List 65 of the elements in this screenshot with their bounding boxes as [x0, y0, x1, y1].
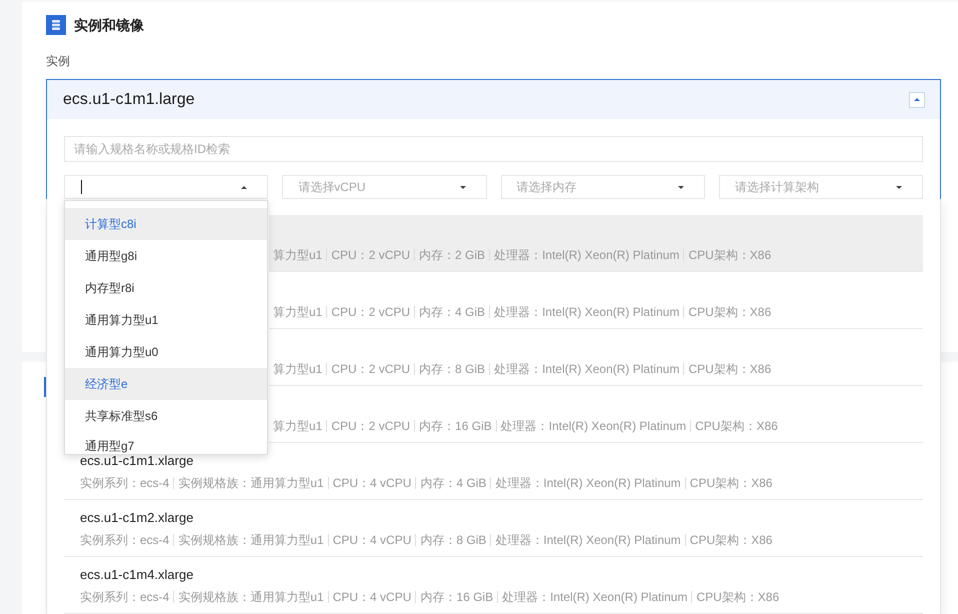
text-cursor-icon — [81, 180, 82, 194]
dropdown-option[interactable]: 通用算力型u0 — [65, 336, 268, 368]
spec-detail: 内存：16 GiB — [419, 418, 492, 434]
selector-header[interactable]: ecs.u1-c1m1.large — [47, 80, 940, 119]
spec-detail: CPU：4 vCPU — [332, 589, 412, 605]
spec-detail: 实例规格族：通用算力型u1 — [178, 475, 324, 491]
spec-detail: CPU：2 vCPU — [331, 304, 410, 320]
spec-detail: CPU架构：X86 — [690, 532, 772, 548]
spec-detail: 处理器：Intel(R) Xeon(R) Platinum — [500, 418, 686, 434]
field-label: 实例 — [46, 53, 70, 69]
spec-detail: CPU架构：X86 — [695, 418, 778, 434]
section-title: 实例和镜像 — [74, 16, 144, 34]
spec-detail: 内存：8 GiB — [420, 532, 486, 548]
spec-detail: 实例系列：ecs-4 — [80, 589, 170, 605]
spec-detail: 处理器：Intel(R) Xeon(R) Platinum — [495, 475, 681, 491]
spec-detail: 实例系列：ecs-4 — [80, 532, 170, 548]
spec-detail: 内存：4 GiB — [420, 475, 486, 491]
spec-detail: 内存：4 GiB — [419, 304, 486, 320]
spec-name: ecs.u1-c1m1.xlarge — [80, 454, 194, 468]
spec-detail: 实例规格族：通用算力型u1 — [178, 589, 324, 605]
dropdown-option[interactable]: 经济型e — [65, 368, 268, 400]
spec-detail: CPU：4 vCPU — [332, 475, 412, 491]
spec-detail: CPU架构：X86 — [688, 361, 772, 377]
spec-detail: 算力型u1 — [273, 418, 322, 434]
spec-detail: CPU架构：X86 — [696, 589, 780, 605]
spec-detail: CPU：4 vCPU — [332, 532, 412, 548]
spec-detail: 内存：8 GiB — [419, 361, 486, 377]
spec-name: ecs.u1-c1m4.xlarge — [80, 568, 194, 582]
spec-detail: CPU：2 vCPU — [331, 418, 410, 434]
spec-detail: 实例规格族：通用算力型u1 — [178, 532, 324, 548]
spec-detail: 算力型u1 — [273, 247, 322, 263]
spec-detail: 算力型u1 — [273, 361, 322, 377]
spec-detail: 内存：2 GiB — [419, 247, 486, 263]
dropdown-option[interactable]: 计算型c8i — [65, 208, 268, 240]
spec-option[interactable]: ecs.u1-c1m4.xlarge 实例系列：ecs-4 实例规格族：通用算力型u1 CPU：4 vCPU 内存：16 GiB 处理器：Intel(R) Xeon(R) Platinum CPU架构：X86 — [80, 568, 907, 605]
selected-spec: ecs.u1-c1m1.large — [63, 90, 195, 108]
spec-option[interactable]: ecs.u1-c1m1.xlarge 实例系列：ecs-4 实例规格族：通用算力型u1 CPU：4 vCPU 内存：4 GiB 处理器：Intel(R) Xeon(R) Platinum CPU架构：X86 — [80, 454, 907, 491]
spec-detail: 内存：16 GiB — [420, 589, 494, 605]
list-icon — [46, 15, 66, 35]
dropdown-option[interactable]: 通用型g8i — [65, 240, 268, 272]
spec-detail: 处理器：Intel(R) Xeon(R) Platinum — [494, 304, 680, 320]
spec-detail: 处理器：Intel(R) Xeon(R) Platinum — [502, 589, 688, 605]
spec-detail: CPU架构：X86 — [688, 304, 772, 320]
caret-down-icon — [678, 186, 684, 188]
dropdown-option[interactable]: 内存型r8i — [65, 272, 268, 304]
dropdown-option[interactable]: 共享标准型s6 — [65, 400, 268, 432]
spec-detail: 算力型u1 — [273, 304, 322, 320]
search-field[interactable]: 请输入规格名称或规格ID检索 — [64, 136, 923, 162]
spec-detail: 实例系列：ecs-4 — [80, 475, 170, 491]
caret-down-icon — [460, 186, 466, 188]
spec-detail: CPU架构：X86 — [688, 247, 772, 263]
spec-detail: 处理器：Intel(R) Xeon(R) Platinum — [494, 361, 680, 377]
dropdown-option[interactable]: 通用算力型u1 — [65, 304, 268, 336]
spec-detail: 处理器：Intel(R) Xeon(R) Platinum — [495, 532, 681, 548]
spec-name: ecs.u1-c1m2.xlarge — [80, 511, 194, 525]
spec-detail: CPU：2 vCPU — [331, 247, 410, 263]
caret-up-icon — [914, 98, 920, 101]
spec-detail: 处理器：Intel(R) Xeon(R) Platinum — [494, 247, 680, 263]
dropdown-option[interactable]: 通用型g7 — [65, 432, 268, 454]
spec-detail: CPU：2 vCPU — [331, 361, 410, 377]
collapse-button[interactable] — [909, 92, 925, 108]
spec-option[interactable]: ecs.u1-c1m2.xlarge 实例系列：ecs-4 实例规格族：通用算力型u1 CPU：4 vCPU 内存：8 GiB 处理器：Intel(R) Xeon(R) Platinum CPU架构：X86 — [80, 511, 907, 548]
caret-up-icon — [241, 186, 248, 188]
caret-down-icon — [896, 186, 902, 188]
spec-detail: CPU架构：X86 — [690, 475, 772, 491]
